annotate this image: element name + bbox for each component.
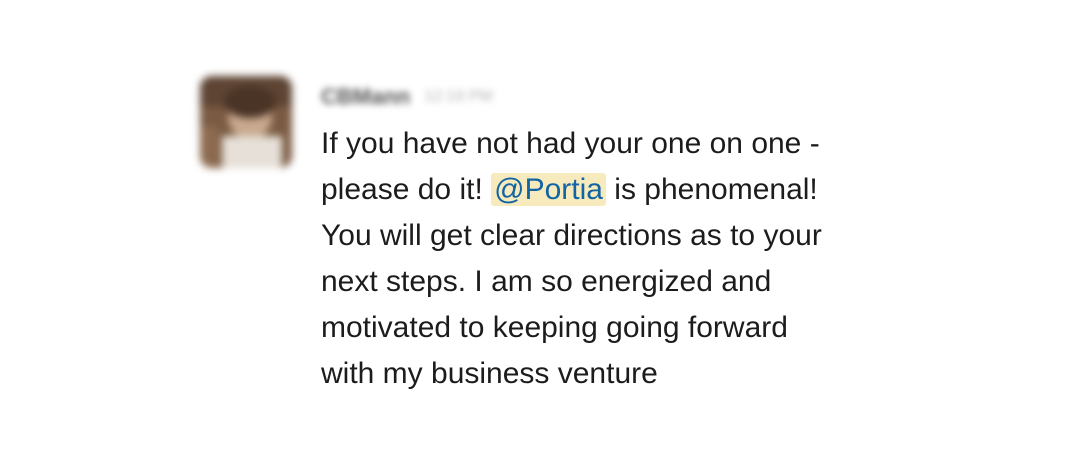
message-body: If you have not had your one on one - pl… [321,121,941,397]
message-line: If you have not had your one on one - [321,127,820,160]
message-text: is phenomenal! [605,173,818,206]
message-line: with my business venture [321,357,658,390]
timestamp[interactable]: 12:19 PM [424,88,492,106]
message-text: please do it! [321,173,492,206]
sender-name[interactable]: CBMann [321,84,410,110]
avatar-image [200,76,292,168]
avatar[interactable] [200,76,292,168]
chat-message: CBMann 12:19 PM If you have not had your… [200,76,941,397]
user-mention[interactable]: @Portia [491,173,606,206]
message-line: motivated to keeping going forward [321,311,788,344]
message-line: You will get clear directions as to your [321,219,822,252]
message-content: CBMann 12:19 PM If you have not had your… [321,76,941,397]
message-header: CBMann 12:19 PM [321,76,941,118]
message-line: next steps. I am so energized and [321,265,772,298]
message-pane: CBMann 12:19 PM If you have not had your… [0,0,1080,452]
message-line: please do it! @Portia is phenomenal! [321,167,941,213]
